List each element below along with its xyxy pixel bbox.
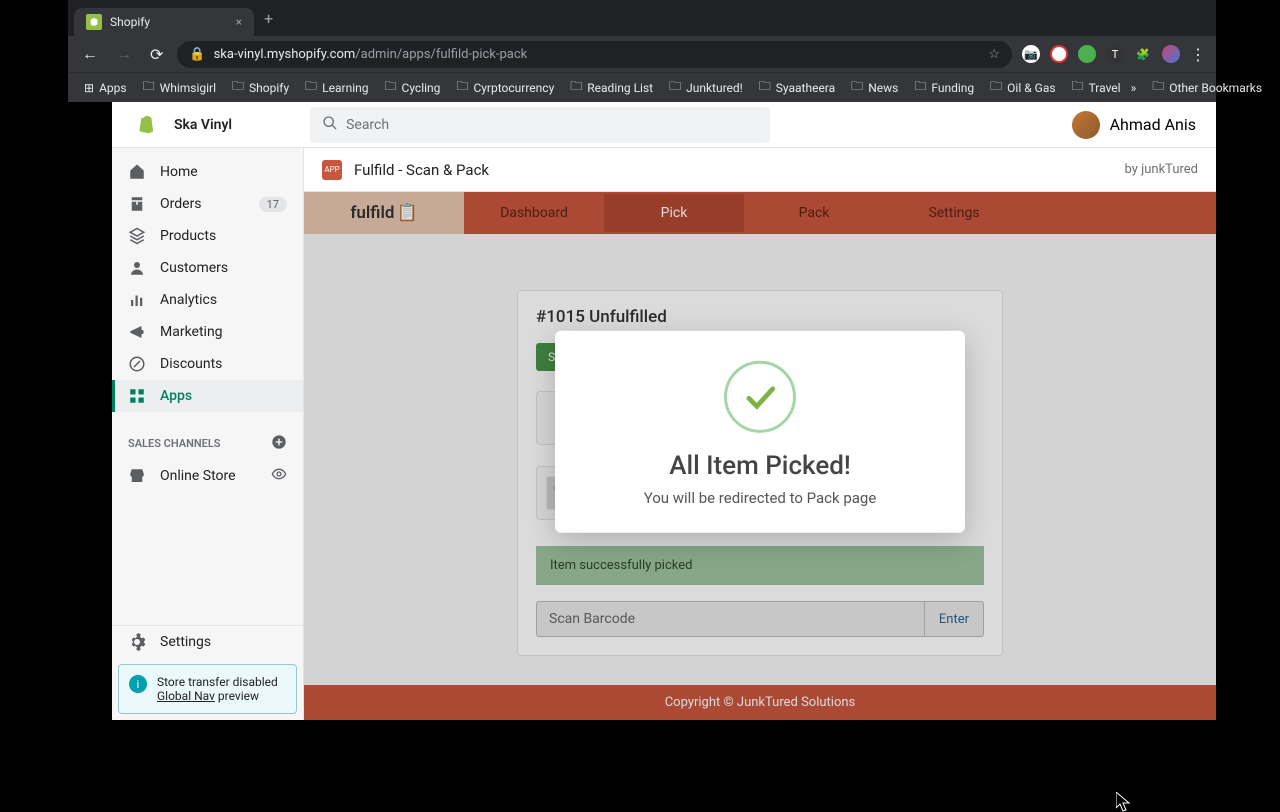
- search-input[interactable]: Search: [310, 107, 770, 143]
- sidebar-item-home[interactable]: Home: [112, 156, 303, 188]
- bookmark-folder[interactable]: 🗀News: [845, 73, 904, 102]
- customers-icon: [128, 259, 146, 277]
- apps-grid-icon: ⊞: [84, 81, 94, 95]
- folder-icon: 🗀: [232, 77, 244, 98]
- app-iframe: fulfild📋 DashboardPickPackSettings #1015…: [304, 192, 1216, 720]
- app-header: APP Fulfild - Scan & Pack by junkTured: [304, 148, 1216, 192]
- ext-icon-2[interactable]: [1050, 45, 1068, 63]
- home-icon: [128, 163, 146, 181]
- folder-icon: 🗀: [143, 77, 155, 98]
- folder-icon: 🗀: [456, 77, 468, 98]
- bookmark-folder[interactable]: 🗀Whimsigirl: [137, 73, 222, 102]
- sidebar-item-settings[interactable]: Settings: [112, 626, 303, 658]
- sidebar-item-analytics[interactable]: Analytics: [112, 284, 303, 316]
- back-button[interactable]: ←: [78, 40, 102, 68]
- browser-tab-bar: Shopify × +: [68, 0, 1216, 36]
- products-icon: [128, 227, 146, 245]
- user-name: Ahmad Anis: [1110, 115, 1196, 134]
- ext-icon-3[interactable]: [1078, 45, 1096, 63]
- sidebar-item-discounts[interactable]: Discounts: [112, 348, 303, 380]
- app-title: Fulfild - Scan & Pack: [354, 161, 489, 179]
- apps-shortcut[interactable]: ⊞Apps: [78, 77, 133, 99]
- menu-icon[interactable]: ⋮: [1190, 45, 1206, 64]
- marketing-icon: [128, 323, 146, 341]
- app-badge-icon: APP: [322, 160, 342, 180]
- sales-channels-header: SALES CHANNELS: [112, 420, 303, 459]
- store-name[interactable]: Ska Vinyl: [174, 117, 232, 133]
- bookmark-folder[interactable]: 🗀Travel: [1066, 73, 1127, 102]
- bookmark-folder[interactable]: 🗀Syaatheera: [753, 73, 841, 102]
- shopify-admin: Ska Vinyl Search Ahmad Anis HomeOrders17…: [112, 102, 1216, 720]
- folder-icon: 🗀: [570, 77, 582, 98]
- folder-icon: 🗀: [1152, 77, 1164, 98]
- bookmark-folder[interactable]: 🗀Cycling: [379, 73, 447, 102]
- shopify-logo-icon[interactable]: [132, 113, 156, 137]
- badge: 17: [259, 197, 287, 212]
- url-field[interactable]: 🔒 ska-vinyl.myshopify.com/admin/apps/ful…: [177, 41, 1012, 68]
- address-bar: ← → ⟳ 🔒 ska-vinyl.myshopify.com/admin/ap…: [68, 36, 1216, 72]
- ext-icon-1[interactable]: 📷: [1022, 45, 1040, 63]
- reload-button[interactable]: ⟳: [146, 41, 167, 68]
- profile-avatar-icon[interactable]: [1162, 45, 1180, 63]
- sidebar-item-products[interactable]: Products: [112, 220, 303, 252]
- orders-icon: [128, 195, 146, 213]
- bookmarks-overflow[interactable]: »: [1131, 81, 1137, 95]
- sidebar-item-orders[interactable]: Orders17: [112, 188, 303, 220]
- tab-title: Shopify: [110, 15, 150, 29]
- browser-tab[interactable]: Shopify ×: [74, 8, 254, 36]
- shopify-header: Ska Vinyl Search Ahmad Anis: [112, 102, 1216, 148]
- bookmark-folder[interactable]: 🗀Funding: [908, 73, 980, 102]
- bookmark-folder[interactable]: 🗀Oil & Gas: [984, 73, 1061, 102]
- folder-icon: 🗀: [990, 77, 1002, 98]
- bookmark-folder[interactable]: 🗀Cyrptocurrency: [450, 73, 560, 102]
- folder-icon: 🗀: [385, 77, 397, 98]
- avatar: [1072, 111, 1100, 139]
- admin-sidebar: HomeOrders17ProductsCustomersAnalyticsMa…: [112, 148, 304, 720]
- modal-subtitle: You will be redirected to Pack page: [575, 489, 945, 507]
- gear-icon: [128, 633, 146, 651]
- modal-title: All Item Picked!: [575, 451, 945, 481]
- folder-icon: 🗀: [914, 77, 926, 98]
- info-icon: i: [129, 675, 147, 693]
- forward-button[interactable]: →: [112, 40, 136, 68]
- bookmark-folder[interactable]: 🗀Shopify: [226, 73, 295, 102]
- sidebar-item-customers[interactable]: Customers: [112, 252, 303, 284]
- star-icon[interactable]: ☆: [988, 47, 1000, 62]
- cursor-icon: [1116, 792, 1132, 812]
- new-tab-button[interactable]: +: [254, 1, 283, 36]
- bookmarks-bar: ⊞Apps 🗀Whimsigirl 🗀Shopify 🗀Learning 🗀Cy…: [68, 72, 1216, 102]
- shopify-favicon-icon: [86, 14, 102, 30]
- app-author[interactable]: by junkTured: [1125, 162, 1198, 177]
- success-modal: All Item Picked! You will be redirected …: [555, 331, 965, 533]
- folder-icon: 🗀: [1072, 77, 1084, 98]
- folder-icon: 🗀: [759, 77, 771, 98]
- folder-icon: 🗀: [305, 77, 317, 98]
- folder-icon: 🗀: [851, 77, 863, 98]
- add-channel-button[interactable]: [271, 434, 287, 453]
- ext-icon-4[interactable]: T: [1106, 45, 1124, 63]
- check-icon: [724, 361, 796, 433]
- user-menu[interactable]: Ahmad Anis: [1072, 111, 1196, 139]
- folder-icon: 🗀: [669, 77, 681, 98]
- discounts-icon: [128, 355, 146, 373]
- content-area: APP Fulfild - Scan & Pack by junkTured f…: [304, 148, 1216, 720]
- analytics-icon: [128, 291, 146, 309]
- lock-icon: 🔒: [189, 47, 205, 62]
- bookmark-folder[interactable]: 🗀Junktured!: [663, 73, 749, 102]
- tab-close-button[interactable]: ×: [236, 15, 242, 29]
- bookmark-folder[interactable]: 🗀Reading List: [564, 73, 659, 102]
- view-icon[interactable]: [271, 466, 287, 486]
- sidebar-item-marketing[interactable]: Marketing: [112, 316, 303, 348]
- extension-icons: 📷 T 🧩 ⋮: [1022, 45, 1206, 64]
- search-icon: [322, 115, 338, 135]
- store-icon: [128, 467, 146, 485]
- extensions-icon[interactable]: 🧩: [1134, 45, 1152, 63]
- other-bookmarks[interactable]: 🗀Other Bookmarks: [1146, 73, 1268, 102]
- sidebar-item-online-store[interactable]: Online Store: [112, 459, 303, 493]
- info-banner: i Store transfer disabled Global Nav pre…: [118, 664, 297, 714]
- sidebar-item-apps[interactable]: Apps: [112, 380, 303, 412]
- apps-icon: [128, 387, 146, 405]
- bookmark-folder[interactable]: 🗀Learning: [299, 73, 374, 102]
- banner-link[interactable]: Global Nav: [157, 689, 215, 703]
